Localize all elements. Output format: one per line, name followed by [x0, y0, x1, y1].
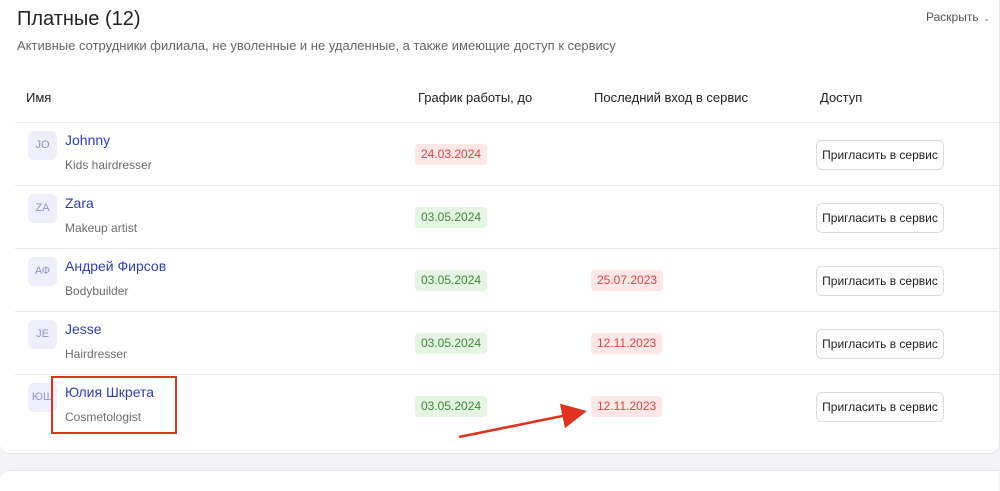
paid-employees-card: Платные (12) Раскрыть ⌄ Активные сотрудни…	[0, 0, 1000, 454]
annotation-arrow	[458, 403, 587, 439]
next-section-card-edge	[0, 470, 999, 491]
